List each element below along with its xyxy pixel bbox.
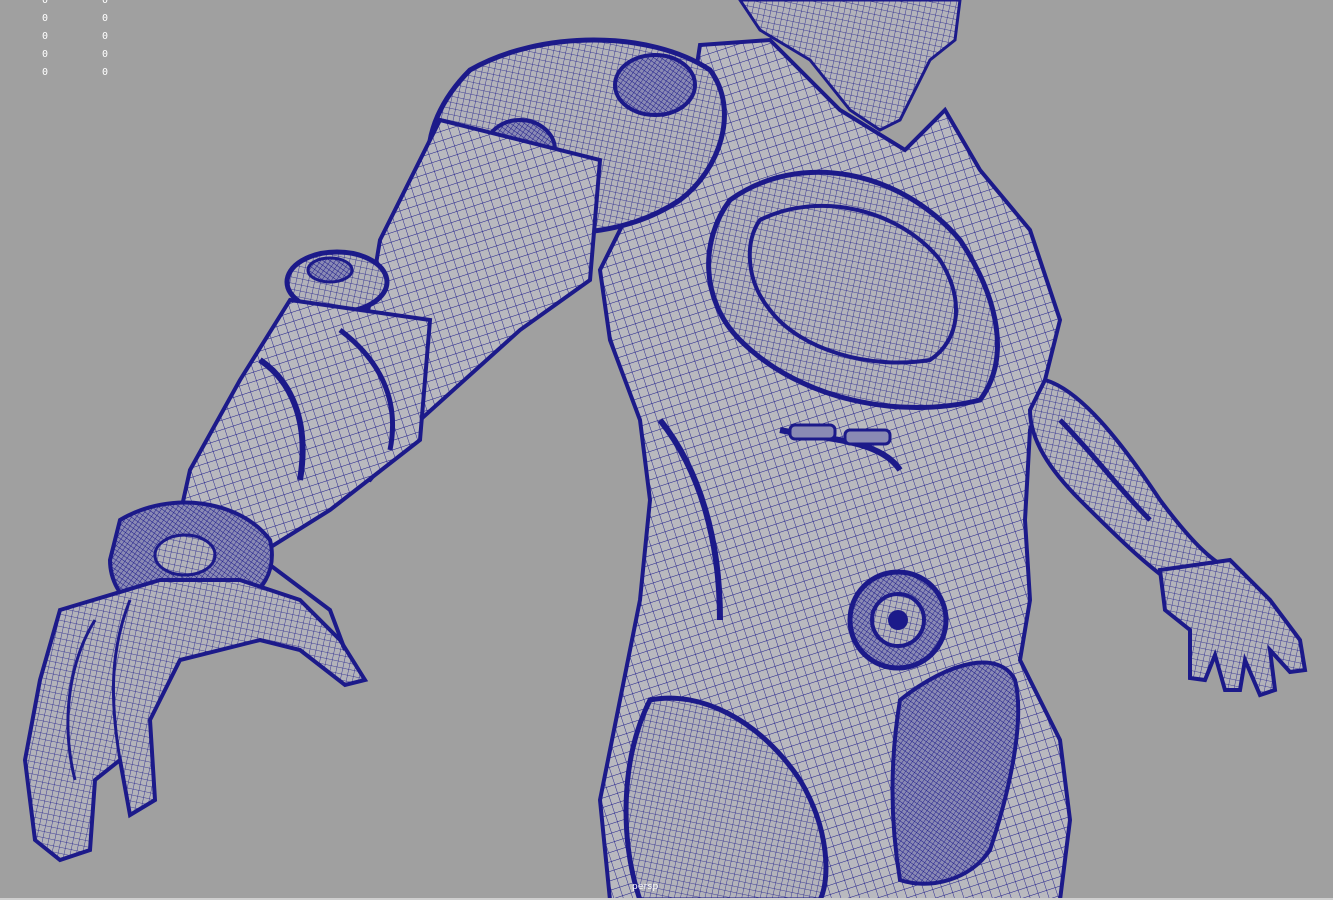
- camera-name-label: persp: [632, 882, 659, 892]
- hud-value: 0: [102, 31, 109, 42]
- hud-value: 0: [42, 0, 49, 6]
- hud-value: 0: [42, 49, 49, 60]
- hud-value: 0: [102, 67, 109, 78]
- 3d-viewport[interactable]: 0 0 0 0 0 0 0 0 0 0 persp: [0, 0, 1333, 900]
- wireframe-model[interactable]: [0, 0, 1333, 900]
- hud-value: 0: [102, 0, 109, 6]
- right-arm-mesh[interactable]: [1027, 377, 1308, 698]
- hud-value: 0: [102, 13, 109, 24]
- hud-readout: 0 0 0 0 0 0 0 0 0 0: [0, 0, 140, 82]
- hud-value: 0: [42, 31, 49, 42]
- hud-value: 0: [102, 49, 109, 60]
- hud-value: 0: [42, 67, 49, 78]
- hud-value: 0: [42, 13, 49, 24]
